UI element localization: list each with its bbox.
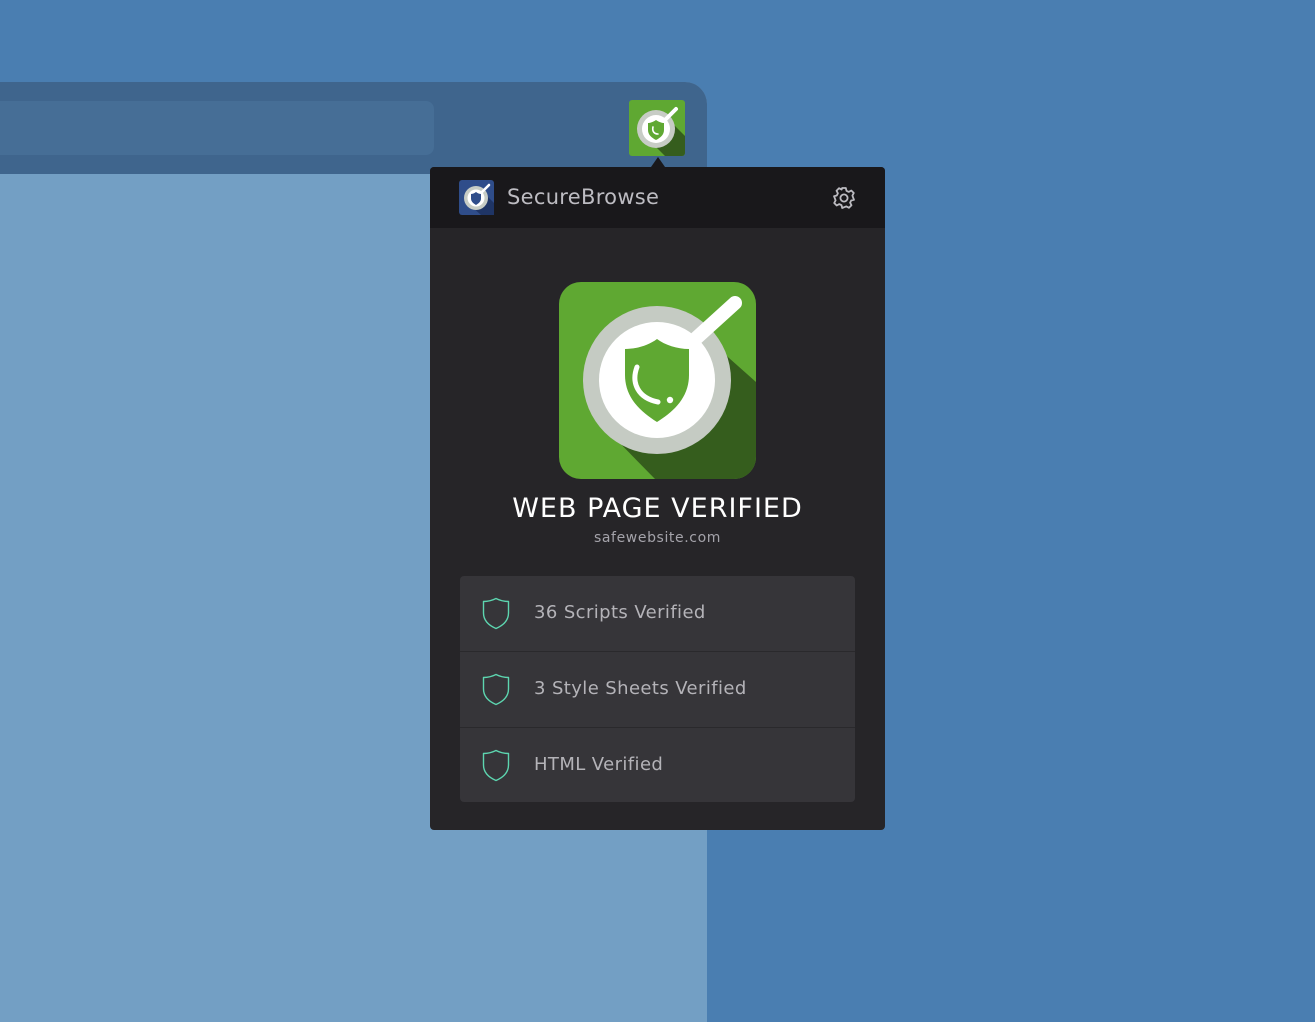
address-bar[interactable] <box>0 101 434 155</box>
settings-button[interactable] <box>830 184 858 212</box>
site-domain: safewebsite.com <box>593 530 721 546</box>
check-item-html: HTML Verified <box>460 728 855 802</box>
check-label: HTML Verified <box>534 754 664 775</box>
check-label: 3 Style Sheets Verified <box>534 678 747 699</box>
shield-outline-icon <box>482 749 510 782</box>
gear-icon <box>833 187 855 209</box>
shield-outline-icon <box>482 597 510 630</box>
securebrowse-extension-icon <box>629 100 685 156</box>
check-item-style-sheets: 3 Style Sheets Verified <box>460 652 855 728</box>
check-item-scripts: 36 Scripts Verified <box>460 576 855 652</box>
status-title: WEB PAGE VERIFIED <box>512 493 803 524</box>
securebrowse-popup: SecureBrowse WEB PAGE VERIFIED safewebsi… <box>430 167 885 830</box>
popup-header: SecureBrowse <box>430 167 885 228</box>
app-name: SecureBrowse <box>507 185 660 209</box>
verified-magnifier-shield-icon <box>559 282 756 479</box>
securebrowse-extension-button[interactable] <box>629 100 685 156</box>
check-label: 36 Scripts Verified <box>534 602 706 623</box>
popup-arrow <box>651 157 665 167</box>
verification-list: 36 Scripts Verified 3 Style Sheets Verif… <box>460 576 855 802</box>
shield-outline-icon <box>482 673 510 706</box>
browser-toolbar <box>0 82 707 174</box>
securebrowse-logo-icon <box>459 180 494 215</box>
